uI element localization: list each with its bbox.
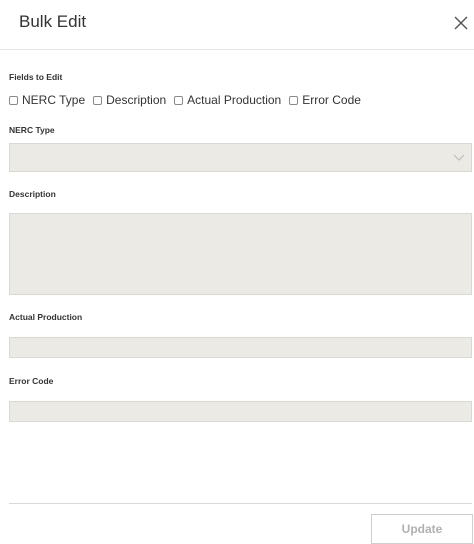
close-button[interactable] — [452, 14, 472, 36]
fields-to-edit-checkboxes: NERC Type Description Actual Production … — [9, 92, 369, 108]
fields-to-edit-label: Fields to Edit — [9, 72, 63, 82]
checkbox-box[interactable] — [289, 95, 299, 105]
checkbox-actual-production[interactable]: Actual Production — [174, 93, 281, 107]
description-label: Description — [9, 189, 56, 199]
update-button[interactable]: Update — [371, 514, 473, 544]
checkbox-label: NERC Type — [22, 93, 86, 107]
footer-divider — [9, 503, 472, 504]
checkbox-error-code[interactable]: Error Code — [289, 93, 361, 107]
checkbox-label: Error Code — [302, 93, 361, 107]
chevron-down-icon — [453, 154, 465, 161]
actual-production-input[interactable] — [9, 337, 472, 358]
checkbox-label: Actual Production — [187, 93, 282, 107]
nerc-type-label: NERC Type — [9, 125, 55, 135]
checkbox-nerc-type[interactable]: NERC Type — [9, 93, 85, 107]
checkbox-label: Description — [106, 93, 167, 107]
checkbox-description[interactable]: Description — [93, 93, 166, 107]
dialog-header: Bulk Edit — [0, 0, 474, 50]
checkbox-box[interactable] — [93, 95, 103, 105]
error-code-input[interactable] — [9, 401, 472, 422]
dialog-title: Bulk Edit — [19, 12, 87, 31]
nerc-type-select[interactable] — [9, 143, 472, 172]
close-icon — [454, 16, 468, 30]
checkbox-box[interactable] — [174, 95, 184, 105]
description-textarea[interactable] — [9, 213, 472, 295]
error-code-label: Error Code — [9, 376, 54, 386]
actual-production-label: Actual Production — [9, 312, 83, 322]
checkbox-box[interactable] — [9, 95, 18, 105]
